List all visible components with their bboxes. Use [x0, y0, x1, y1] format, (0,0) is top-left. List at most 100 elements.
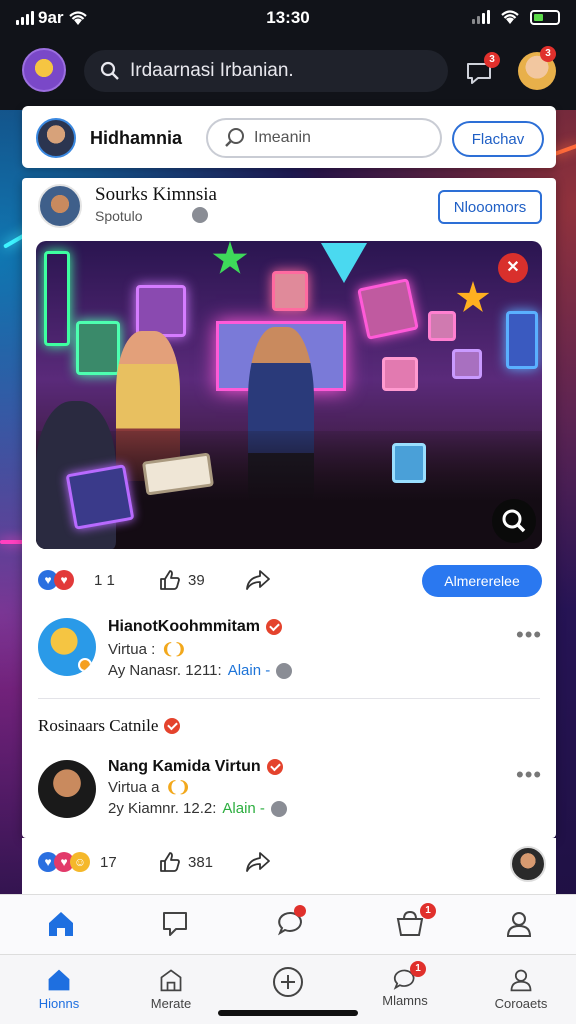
section-title-text: Rosinaars Catnile — [38, 716, 159, 735]
neon-tile — [272, 271, 308, 311]
verified-icon — [266, 759, 283, 775]
person-icon — [510, 969, 532, 992]
more-options-icon[interactable]: ••• — [516, 762, 542, 788]
comment-meta: Ay Nanasr. 1211: Alain - — [108, 662, 293, 679]
signal-icon — [472, 10, 490, 24]
commenter-avatar[interactable] — [38, 760, 96, 818]
emoji-icon: ❨❩ — [161, 641, 187, 658]
messenger-tab[interactable] — [276, 905, 306, 939]
likes-count[interactable]: 17 — [100, 854, 117, 871]
chat-icon[interactable] — [160, 909, 190, 939]
shares-count: 381 — [188, 853, 214, 871]
person-icon[interactable] — [504, 909, 534, 939]
neon-tile — [136, 285, 186, 337]
nav-messages[interactable]: 1 Mlamns — [370, 961, 440, 1008]
like-button[interactable]: 39 — [158, 568, 205, 592]
plus-circle-icon — [273, 967, 303, 997]
neon-tile — [76, 321, 120, 375]
marketplace-tab[interactable]: 1 — [394, 903, 436, 939]
comment-link[interactable]: Alain - — [228, 662, 271, 679]
love-reaction-icon: ♥ — [54, 570, 74, 590]
share-icon[interactable] — [244, 850, 272, 874]
search-icon — [225, 128, 244, 147]
profile-action-button[interactable]: Flachav — [452, 121, 544, 157]
shares-count: 39 — [188, 571, 205, 589]
close-icon[interactable]: ✕ — [498, 253, 528, 283]
status-bar: 9ar 13:30 — [0, 0, 576, 36]
comment-time: Ay Nanasr. 1211: — [108, 662, 222, 679]
comment-time: 2y Kiamnr. 12.2: — [108, 800, 217, 817]
zoom-button[interactable] — [492, 499, 536, 543]
nav-merate-label: Merate — [150, 996, 192, 1011]
haha-reaction-icon: ☺ — [70, 852, 90, 872]
online-badge — [78, 658, 92, 672]
thumbs-up-icon — [160, 852, 180, 872]
building-icon — [160, 969, 182, 992]
profile-avatar[interactable] — [36, 118, 76, 158]
options-icon[interactable] — [276, 662, 293, 679]
post-reactions: ♥ ♥ 1 1 — [38, 570, 115, 590]
more-options-icon[interactable]: ••• — [516, 622, 542, 648]
nav-contacts[interactable]: Coroaets — [486, 967, 556, 1011]
post-photo[interactable]: ✕ — [36, 241, 542, 549]
search-icon — [100, 61, 119, 80]
post-author-name[interactable]: Sourks Kimnsia — [95, 184, 217, 206]
commenter-name-text: Nang Kamida Virtun — [108, 758, 261, 775]
status-input[interactable]: Imeanin — [206, 118, 442, 158]
status-input-placeholder: Imeanin — [254, 129, 311, 146]
follow-button[interactable]: Nlooomors — [438, 190, 542, 224]
gem-shape — [321, 243, 367, 283]
nav-messages-icon-wrap: 1 — [392, 961, 426, 993]
comment-text: Virtua a ❨❩ — [108, 778, 191, 797]
share-icon[interactable] — [244, 568, 272, 592]
nav-contacts-label: Coroaets — [494, 996, 548, 1011]
home-icon — [48, 969, 70, 991]
neon-tile — [357, 278, 419, 340]
small-user-avatar[interactable] — [510, 846, 546, 882]
wifi-icon — [501, 10, 519, 24]
commenter-name-text: HianotKoohmmitam — [108, 618, 260, 635]
icon-tab-bar: 1 — [0, 894, 576, 954]
tablet-device — [65, 464, 135, 530]
section-title: Rosinaars Catnile — [38, 716, 181, 736]
messages-button[interactable]: 3 — [464, 52, 500, 90]
comment-text: Virtua : ❨❩ — [108, 640, 187, 659]
top-bar: 9ar 13:30 Irdaarnasi Irbanian. 3 3 — [0, 0, 576, 110]
comment-line-text: Virtua a — [108, 778, 160, 796]
comment-meta: 2y Kiamnr. 12.2: Alain - — [108, 800, 287, 817]
privacy-icon — [192, 207, 208, 223]
neon-tile — [44, 251, 70, 346]
post-author-avatar[interactable] — [38, 184, 82, 228]
neon-tile — [428, 311, 456, 341]
options-icon[interactable] — [270, 800, 287, 817]
profile-name[interactable]: Hidhamnia — [90, 128, 182, 149]
nav-merate[interactable]: Merate — [136, 967, 206, 1011]
home-icon[interactable] — [46, 909, 76, 939]
notification-dot: 1 — [410, 961, 426, 977]
star-shape — [212, 241, 248, 274]
verified-icon — [164, 718, 181, 734]
post-action-button[interactable]: Almererelee — [422, 565, 542, 597]
search-icon — [502, 509, 526, 533]
phone-device — [392, 443, 426, 483]
notification-dot — [294, 905, 306, 917]
thumbs-up-icon — [160, 570, 180, 590]
commenter-avatar[interactable] — [38, 618, 96, 676]
nav-messages-label: Mlamns — [382, 993, 428, 1008]
commenter-name[interactable]: Nang Kamida Virtun — [108, 758, 283, 776]
neon-tile — [506, 311, 538, 369]
comment-link[interactable]: Alain - — [222, 800, 265, 817]
profile-badge: 3 — [540, 46, 556, 62]
battery-icon — [530, 9, 560, 25]
like-button[interactable]: 381 — [158, 850, 213, 874]
comment-line-text: Virtua : — [108, 640, 156, 658]
post-subtitle: Spotulo — [95, 208, 143, 224]
likes-count[interactable]: 1 1 — [94, 572, 115, 589]
app-logo-avatar[interactable] — [22, 48, 66, 92]
user-avatar[interactable]: 3 — [518, 46, 556, 90]
nav-create[interactable] — [268, 965, 308, 1002]
emoji-icon: ❨❩ — [165, 779, 191, 796]
commenter-name[interactable]: HianotKoohmmitam — [108, 618, 282, 636]
nav-home[interactable]: Hionns — [24, 967, 94, 1011]
search-bar[interactable]: Irdaarnasi Irbanian. — [84, 50, 448, 92]
